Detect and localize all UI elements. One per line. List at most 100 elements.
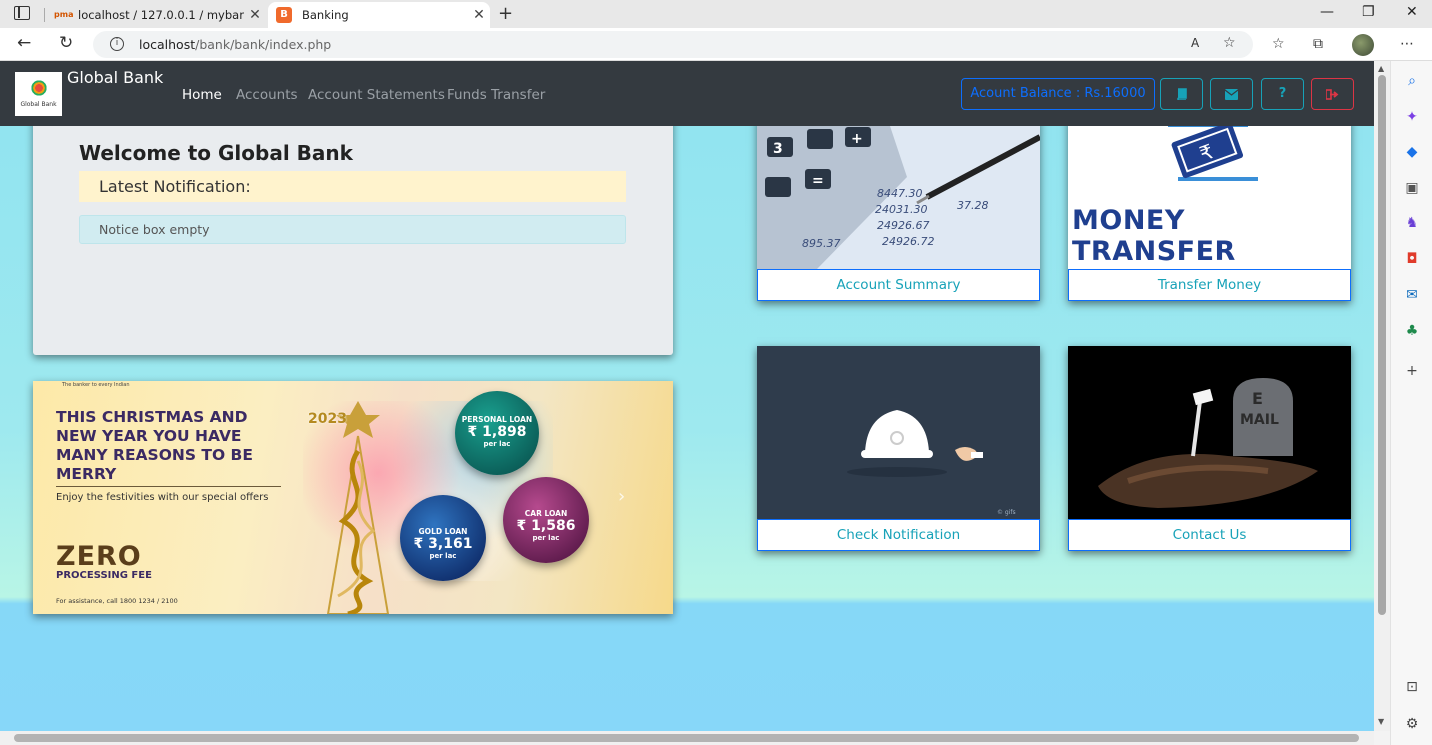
bell-image: © gifs bbox=[757, 346, 1040, 519]
nav-account-statements[interactable]: Account Statements bbox=[308, 87, 445, 103]
svg-text:24031.30: 24031.30 bbox=[875, 203, 928, 216]
bank-logo[interactable]: Global Bank bbox=[15, 72, 62, 116]
info-icon[interactable]: i bbox=[110, 37, 124, 51]
svg-text:MAIL: MAIL bbox=[1240, 412, 1279, 428]
gold-loan-amount: ₹ 3,161 bbox=[413, 536, 473, 552]
carousel-next-icon[interactable]: › bbox=[618, 486, 625, 507]
transfer-money-label[interactable]: Transfer Money bbox=[1068, 269, 1351, 301]
svg-text:3: 3 bbox=[773, 141, 783, 157]
promo-tagline: The banker to every Indian bbox=[62, 382, 130, 388]
svg-text:E: E bbox=[1252, 389, 1263, 408]
url-field[interactable]: i localhost/bank/bank/index.php A ☆ bbox=[93, 31, 1253, 58]
svg-text:+: + bbox=[851, 131, 863, 147]
messages-button[interactable] bbox=[1210, 78, 1253, 110]
logo-text: Global Bank bbox=[20, 101, 57, 108]
back-icon[interactable]: ← bbox=[17, 33, 31, 53]
read-aloud-icon[interactable]: A bbox=[1191, 36, 1199, 50]
search-icon[interactable]: ⌕ bbox=[1403, 72, 1421, 90]
minimize-icon[interactable]: — bbox=[1320, 4, 1334, 20]
svg-text:© gifs: © gifs bbox=[997, 509, 1016, 516]
calculator-illustration: 3 + = 8447.30 24031.30 24926.67 24926.72 895… bbox=[757, 117, 1040, 269]
tab-phpmyadmin[interactable]: pma localhost / 127.0.0.1 / mybank1 | ✕ bbox=[44, 2, 266, 28]
page-viewport: Global Bank Global Bank Home Accounts Ac… bbox=[0, 61, 1374, 731]
rupee-notes-icon: ₹ bbox=[1168, 122, 1258, 181]
notice-box: Notice box empty bbox=[79, 215, 626, 244]
scroll-down-icon[interactable]: ▼ bbox=[1378, 717, 1384, 726]
welcome-card: Welcome to Global Bank Latest Notificati… bbox=[33, 108, 673, 355]
site-navbar: Global Bank Global Bank Home Accounts Ac… bbox=[0, 61, 1374, 126]
vertical-scrollbar[interactable]: ▲ ▼ bbox=[1374, 61, 1390, 731]
settings-icon[interactable]: ⚙ bbox=[1403, 715, 1421, 733]
scroll-thumb[interactable] bbox=[14, 734, 1359, 742]
close-icon[interactable]: ✕ bbox=[468, 7, 490, 23]
car-loan-title: CAR LOAN bbox=[524, 509, 568, 518]
gold-loan-title: GOLD LOAN bbox=[418, 527, 468, 536]
collections-icon[interactable]: ⧉ bbox=[1313, 36, 1323, 52]
close-icon[interactable]: ✕ bbox=[244, 7, 266, 23]
more-menu-icon[interactable]: ⋯ bbox=[1400, 36, 1414, 52]
car-loan-unit: per lac bbox=[532, 534, 560, 542]
transfer-money-tile[interactable]: ₹ MONEY TRANSFER Transfer Money bbox=[1068, 117, 1351, 301]
phpmyadmin-icon: pma bbox=[54, 10, 74, 19]
tools-icon[interactable]: ▣ bbox=[1403, 179, 1421, 197]
svg-text:895.37: 895.37 bbox=[802, 237, 841, 250]
address-bar: ← ↻ i localhost/bank/bank/index.php A ☆ … bbox=[0, 28, 1432, 61]
account-summary-tile[interactable]: 3 + = 8447.30 24031.30 24926.67 24926.72 895… bbox=[757, 117, 1040, 301]
personal-loan-badge: PERSONAL LOAN ₹ 1,898 per lac bbox=[455, 391, 539, 475]
promo-fee: PROCESSING FEE bbox=[56, 570, 152, 581]
envelope-icon bbox=[1224, 89, 1239, 100]
book-icon bbox=[1176, 88, 1187, 101]
tab-title: localhost / 127.0.0.1 / mybank1 | bbox=[78, 8, 244, 22]
contact-us-tile[interactable]: E MAIL Contact Us bbox=[1068, 346, 1351, 551]
shopping-tag-icon[interactable]: ◆ bbox=[1403, 143, 1421, 161]
url-host: localhost bbox=[139, 37, 196, 52]
add-icon[interactable]: + bbox=[1403, 362, 1421, 380]
profile-avatar[interactable] bbox=[1352, 34, 1374, 56]
copilot-icon[interactable]: ✦ bbox=[1403, 108, 1421, 126]
notification-heading: Latest Notification: bbox=[79, 171, 626, 202]
games-icon[interactable]: ♞ bbox=[1403, 214, 1421, 232]
contact-us-label[interactable]: Contact Us bbox=[1068, 519, 1351, 551]
tab-title: Banking bbox=[302, 8, 349, 22]
favorite-add-icon[interactable]: ☆ bbox=[1223, 35, 1236, 51]
nav-accounts[interactable]: Accounts bbox=[236, 87, 298, 103]
tab-banking[interactable]: B Banking ✕ bbox=[268, 2, 490, 28]
promo-banner[interactable]: The banker to every Indian THIS CHRISTMA… bbox=[33, 381, 673, 614]
favorites-icon[interactable]: ☆ bbox=[1272, 36, 1285, 52]
help-button[interactable]: ? bbox=[1261, 78, 1304, 110]
personal-loan-amount: ₹ 1,898 bbox=[467, 424, 527, 440]
car-loan-badge: CAR LOAN ₹ 1,586 per lac bbox=[503, 477, 589, 563]
bell-icon: © gifs bbox=[847, 410, 1016, 516]
brand-name[interactable]: Global Bank bbox=[67, 68, 163, 87]
nav-funds-transfer[interactable]: Funds Transfer bbox=[447, 87, 545, 103]
sign-out-icon bbox=[1325, 89, 1339, 100]
money-transfer-image: ₹ MONEY TRANSFER bbox=[1068, 117, 1351, 269]
svg-text:8447.30: 8447.30 bbox=[877, 187, 923, 200]
logout-button[interactable] bbox=[1311, 78, 1354, 110]
account-summary-label[interactable]: Account Summary bbox=[757, 269, 1040, 301]
close-window-icon[interactable]: ✕ bbox=[1406, 4, 1418, 20]
gold-loan-badge: GOLD LOAN ₹ 3,161 per lac bbox=[400, 495, 486, 581]
check-notification-tile[interactable]: © gifs Check Notification bbox=[757, 346, 1040, 551]
promo-assistance: For assistance, call 1800 1234 / 2100 bbox=[56, 597, 178, 605]
svg-text:=: = bbox=[812, 173, 824, 189]
tab-actions-icon[interactable] bbox=[14, 6, 30, 20]
account-balance-button[interactable]: Acount Balance : Rs.16000 bbox=[961, 78, 1155, 110]
scroll-up-icon[interactable]: ▲ bbox=[1378, 64, 1384, 73]
money-transfer-text: MONEY TRANSFER bbox=[1072, 205, 1236, 267]
new-tab-button[interactable]: + bbox=[498, 3, 513, 24]
check-notification-label[interactable]: Check Notification bbox=[757, 519, 1040, 551]
email-grave-image: E MAIL bbox=[1068, 346, 1351, 519]
outlook-icon[interactable]: ✉ bbox=[1403, 286, 1421, 304]
nav-home[interactable]: Home bbox=[182, 87, 222, 103]
gold-loan-unit: per lac bbox=[429, 552, 457, 560]
scroll-thumb[interactable] bbox=[1378, 75, 1386, 615]
url-text: localhost/bank/bank/index.php bbox=[139, 37, 331, 52]
tree-icon[interactable]: ♣ bbox=[1403, 322, 1421, 340]
office-icon[interactable]: ◘ bbox=[1403, 250, 1421, 268]
refresh-icon[interactable]: ↻ bbox=[59, 33, 73, 53]
horizontal-scrollbar[interactable] bbox=[0, 731, 1374, 745]
statement-button[interactable] bbox=[1160, 78, 1203, 110]
sidebar-layout-icon[interactable]: ⊡ bbox=[1403, 678, 1421, 696]
restore-icon[interactable]: ❐ bbox=[1362, 4, 1375, 20]
